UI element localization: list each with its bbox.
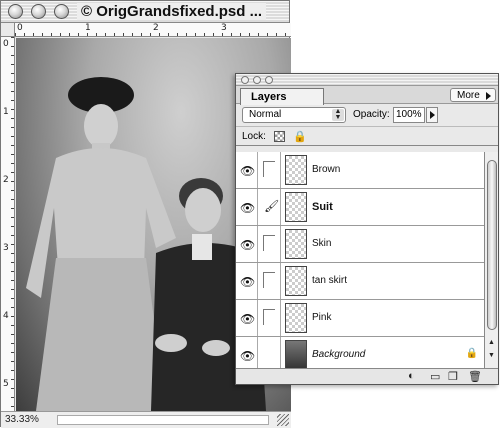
triangle-right-icon xyxy=(486,92,491,100)
link-box-icon xyxy=(263,272,275,288)
link-toggle[interactable] xyxy=(259,152,281,188)
layer-name: Background xyxy=(312,349,366,360)
opacity-label: Opacity: xyxy=(353,109,390,120)
link-box-icon xyxy=(263,309,275,325)
vertical-ruler[interactable]: 0 1 2 3 4 5 xyxy=(1,37,15,411)
opacity-input[interactable]: 100% xyxy=(393,107,425,123)
blend-mode-select[interactable]: Normal ▲ ▼ xyxy=(242,107,346,123)
document-title: © OrigGrandsfixed.psd ... xyxy=(77,3,267,20)
status-bar: 33.33% xyxy=(1,411,291,428)
link-box-icon xyxy=(263,235,275,251)
adjustment-layer-icon[interactable]: ◐ xyxy=(408,370,415,382)
layer-thumbnail xyxy=(285,303,307,333)
layer-thumbnail xyxy=(285,229,307,259)
layer-thumbnail xyxy=(285,340,307,369)
ruler-label: 5 xyxy=(3,379,9,389)
layer-row[interactable]: 👁 🖌 Suit xyxy=(236,189,484,226)
eye-icon: 👁 xyxy=(240,164,256,178)
horizontal-ruler[interactable]: 0 1 2 3 xyxy=(15,23,291,37)
layer-row[interactable]: 👁 Pink xyxy=(236,300,484,337)
ruler-origin[interactable] xyxy=(1,23,15,37)
link-toggle[interactable] xyxy=(259,226,281,262)
ruler-label: 1 xyxy=(3,107,9,117)
link-toggle[interactable]: 🖌 xyxy=(259,189,281,225)
eye-icon: 👁 xyxy=(240,201,256,215)
new-layer-icon[interactable]: ❐ xyxy=(448,370,458,383)
visibility-toggle[interactable]: 👁 xyxy=(236,189,258,225)
blend-options-row: Normal ▲ ▼ Opacity: 100% xyxy=(236,104,498,126)
close-window-button[interactable] xyxy=(8,4,23,19)
layer-thumbnail xyxy=(285,192,307,222)
paintbrush-icon: 🖌 xyxy=(264,199,280,213)
minimize-window-button[interactable] xyxy=(31,4,46,19)
palette-zoom-button[interactable] xyxy=(265,76,273,84)
document-title-bar[interactable]: © OrigGrandsfixed.psd ... xyxy=(1,1,289,23)
blend-mode-value: Normal xyxy=(249,109,282,120)
scroll-up-arrow-icon[interactable]: ▲ xyxy=(488,339,495,346)
ruler-label: 0 xyxy=(3,39,9,49)
zoom-window-button[interactable] xyxy=(54,4,69,19)
link-box-icon xyxy=(263,161,275,177)
new-group-icon[interactable]: ▭ xyxy=(430,370,440,383)
link-toggle[interactable] xyxy=(259,263,281,299)
tab-layers[interactable]: Layers xyxy=(240,88,324,105)
layer-row[interactable]: 👁 Skin xyxy=(236,226,484,263)
ruler-label: 2 xyxy=(153,23,159,33)
ruler-label: 3 xyxy=(3,243,9,253)
resize-grip-icon[interactable] xyxy=(277,414,289,426)
layer-name: tan skirt xyxy=(312,275,348,286)
more-menu-button[interactable]: More xyxy=(450,88,496,102)
palette-minimize-button[interactable] xyxy=(253,76,261,84)
layer-name: Brown xyxy=(312,164,341,175)
eye-icon: 👁 xyxy=(240,238,256,252)
palette-tab-row: Layers More xyxy=(236,86,498,105)
scroll-down-arrow-icon[interactable]: ▼ xyxy=(488,352,495,359)
lock-transparency-icon[interactable] xyxy=(274,131,285,142)
layers-scrollbar[interactable]: ▲ ▼ xyxy=(484,152,498,369)
visibility-toggle[interactable]: 👁 xyxy=(236,337,258,369)
visibility-toggle[interactable]: 👁 xyxy=(236,263,258,299)
layers-palette: Layers More Normal ▲ ▼ Opacity: 100% Lock… xyxy=(235,73,499,385)
ruler-label: 2 xyxy=(3,175,9,185)
layer-name: Suit xyxy=(312,201,333,213)
lock-label: Lock: xyxy=(242,131,266,142)
lock-icon: 🔒 xyxy=(465,348,478,359)
palette-close-button[interactable] xyxy=(241,76,249,84)
ruler-label: 1 xyxy=(85,23,91,33)
ruler-label: 3 xyxy=(221,23,227,33)
more-label: More xyxy=(457,90,480,101)
link-toggle[interactable] xyxy=(259,337,281,369)
layer-row[interactable]: 👁 tan skirt xyxy=(236,263,484,300)
visibility-toggle[interactable]: 👁 xyxy=(236,226,258,262)
layer-name: Pink xyxy=(312,312,332,323)
layer-thumbnail xyxy=(285,155,307,185)
eye-icon: 👁 xyxy=(240,312,256,326)
layers-list: 👁 Brown 👁 🖌 Suit 👁 Skin 👁 tan skirt 👁 Pi… xyxy=(236,152,484,369)
palette-title-bar[interactable] xyxy=(236,74,498,86)
visibility-toggle[interactable]: 👁 xyxy=(236,300,258,336)
palette-footer: ◐ ▭ ❐ 🗑 xyxy=(236,368,498,384)
layer-row[interactable]: 👁 Brown xyxy=(236,152,484,189)
opacity-slider-button[interactable] xyxy=(426,107,438,123)
horizontal-scrollbar[interactable] xyxy=(57,415,269,425)
ruler-label: 4 xyxy=(3,311,9,321)
layer-row[interactable]: 👁 Background 🔒 xyxy=(236,337,484,369)
lock-row: Lock: 🔒 xyxy=(236,126,498,146)
eye-icon: 👁 xyxy=(240,275,256,289)
ruler-label: 0 xyxy=(17,23,23,33)
layer-thumbnail xyxy=(285,266,307,296)
link-toggle[interactable] xyxy=(259,300,281,336)
zoom-level[interactable]: 33.33% xyxy=(5,414,39,425)
trash-icon[interactable]: 🗑 xyxy=(468,370,482,383)
eye-icon: 👁 xyxy=(240,349,256,363)
lock-all-icon[interactable]: 🔒 xyxy=(293,130,307,143)
layer-name: Skin xyxy=(312,238,332,249)
up-down-arrows-icon: ▲ ▼ xyxy=(332,108,344,121)
visibility-toggle[interactable]: 👁 xyxy=(236,152,258,188)
scroll-thumb[interactable] xyxy=(487,160,497,330)
